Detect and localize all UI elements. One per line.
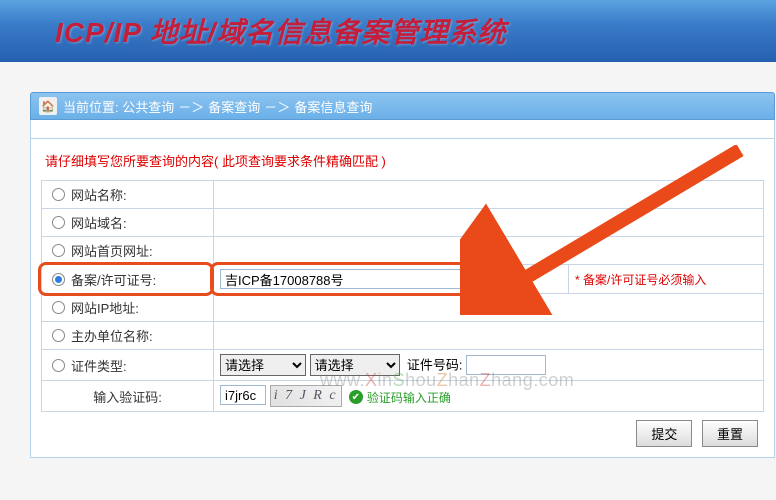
query-form-panel: 请仔细填写您所要查询的内容( 此项查询要求条件精确匹配 ) 网站名称: 网站域名… bbox=[30, 138, 775, 458]
radio-site-name[interactable] bbox=[52, 188, 65, 201]
captcha-label: 输入验证码: bbox=[93, 390, 162, 405]
cert-no-input[interactable] bbox=[466, 355, 546, 375]
captcha-image[interactable]: i 7 J R c bbox=[270, 385, 342, 407]
home-icon[interactable]: 🏠 bbox=[39, 97, 57, 115]
input-site-domain[interactable] bbox=[214, 209, 764, 237]
breadcrumb-label: 当前位置: bbox=[63, 97, 119, 116]
input-site-name[interactable] bbox=[214, 181, 764, 209]
page-title: ICP/IP 地址/域名信息备案管理系统 bbox=[55, 11, 506, 51]
captcha-input[interactable] bbox=[220, 385, 266, 405]
header-banner: ICP/IP 地址/域名信息备案管理系统 bbox=[0, 0, 776, 62]
radio-site-domain[interactable] bbox=[52, 216, 65, 229]
breadcrumb-l2[interactable]: 备案查询 bbox=[208, 97, 260, 116]
radio-site-ip[interactable] bbox=[52, 301, 65, 314]
input-site-ip[interactable] bbox=[214, 294, 764, 322]
captcha-ok-badge: 验证码输入正确 bbox=[349, 389, 451, 406]
reset-button[interactable]: 重置 bbox=[702, 420, 758, 447]
icp-required-note: * 备案/许可证号必须输入 bbox=[575, 273, 706, 287]
query-form-table: 网站名称: 网站域名: 网站首页网址: 备案/许可证号: bbox=[41, 180, 764, 412]
breadcrumb-l1[interactable]: 公共查询 bbox=[122, 97, 174, 116]
icp-number-input[interactable] bbox=[220, 269, 480, 289]
cert-type-select-1[interactable]: 请选择 bbox=[220, 354, 306, 376]
radio-org-name[interactable] bbox=[52, 329, 65, 342]
radio-icp-number[interactable] bbox=[52, 273, 65, 286]
cert-no-label: 证件号码: bbox=[407, 358, 463, 373]
input-site-url[interactable] bbox=[214, 237, 764, 265]
radio-cert-type[interactable] bbox=[52, 359, 65, 372]
submit-button[interactable]: 提交 bbox=[636, 420, 692, 447]
form-instruction: 请仔细填写您所要查询的内容( 此项查询要求条件精确匹配 ) bbox=[45, 151, 764, 170]
input-org-name[interactable] bbox=[214, 322, 764, 350]
breadcrumb: 🏠 当前位置: 公共查询 －＞ 备案查询 －＞ 备案信息查询 bbox=[30, 92, 775, 120]
cert-type-select-2[interactable]: 请选择 bbox=[310, 354, 400, 376]
radio-site-url[interactable] bbox=[52, 244, 65, 257]
breadcrumb-l3: 备案信息查询 bbox=[294, 97, 372, 116]
